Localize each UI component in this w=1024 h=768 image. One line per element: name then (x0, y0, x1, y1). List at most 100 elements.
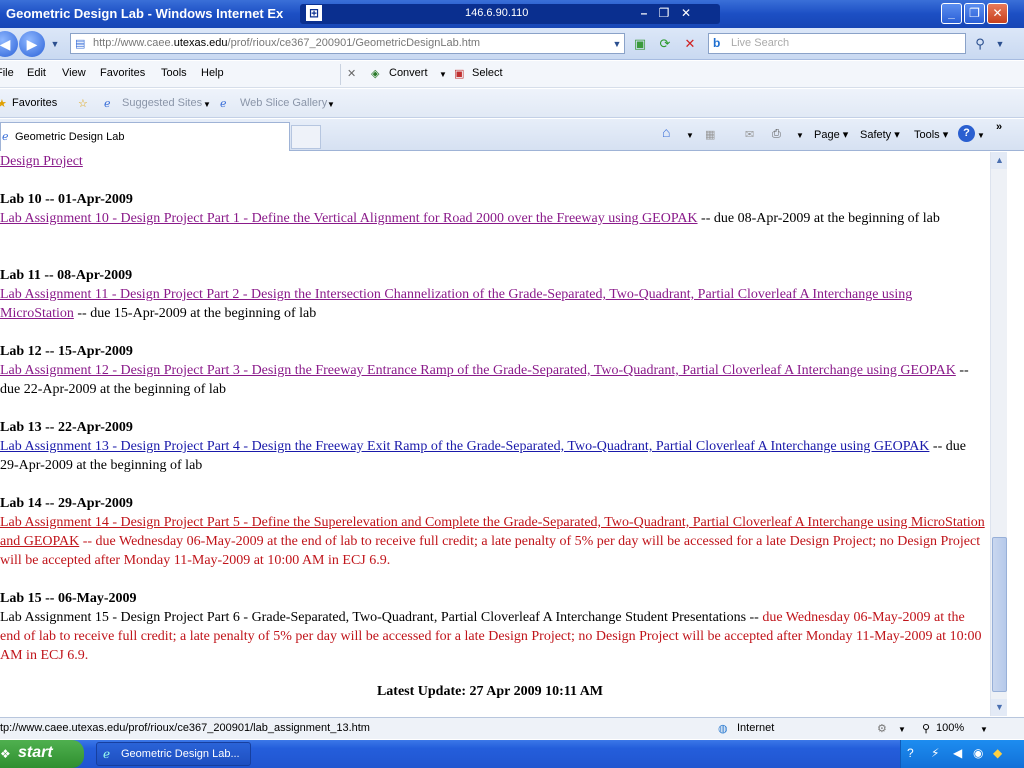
suggested-dropdown-icon[interactable]: ▼ (203, 100, 211, 109)
webslice-gallery-button[interactable]: Web Slice Gallery (240, 97, 327, 109)
window-title: Geometric Design Lab - Windows Internet … (6, 6, 284, 21)
pin-icon[interactable]: ⊞ (306, 5, 322, 21)
home-icon[interactable]: ⌂ (662, 124, 670, 140)
home-dropdown-icon[interactable]: ▼ (686, 131, 694, 140)
print-icon[interactable]: ⎙ (772, 128, 781, 141)
menu-file[interactable]: File (0, 67, 14, 79)
url-input[interactable]: ▤ http://www.caee.utexas.edu/prof/rioux/c… (70, 33, 625, 54)
system-tray: ? ⚡ ◀ ◉ ◆ (900, 740, 1024, 768)
maximize-button[interactable]: ❐ (964, 3, 985, 24)
security-zone: Internet (737, 722, 775, 734)
latest-update: Latest Update: 27 Apr 2009 10:11 AM (376, 684, 604, 699)
lab-heading: Lab 10 -- 01-Apr-2009 (0, 192, 133, 207)
globe-icon: ◍ (718, 723, 728, 735)
history-dropdown-icon[interactable]: ▼ (45, 34, 65, 54)
menu-edit[interactable]: Edit (27, 67, 46, 79)
back-button[interactable]: ◀ (0, 31, 18, 57)
protected-dropdown-icon[interactable]: ▼ (898, 725, 906, 734)
lab-due: -- due 08-Apr-2009 at the beginning of l… (697, 211, 940, 226)
zoom-dropdown-icon[interactable]: ▼ (980, 725, 988, 734)
menu-help[interactable]: Help (201, 67, 224, 79)
tools-label: Tools (914, 129, 940, 141)
lab-heading: Lab 13 -- 22-Apr-2009 (0, 420, 133, 435)
page-content: Design Project Lab 10 -- 01-Apr-2009 Lab… (0, 152, 990, 716)
page-menu[interactable]: Page ▾ (814, 128, 848, 141)
close-toolbar-icon[interactable]: ✕ (347, 67, 356, 80)
remote-close-icon[interactable]: ✕ (678, 5, 694, 21)
convert-dropdown-icon[interactable]: ▼ (439, 70, 447, 79)
search-input[interactable]: b Live Search (708, 33, 966, 54)
help-icon[interactable]: ? (958, 125, 975, 142)
lab-15: Lab 15 -- 06-May-2009 Lab Assignment 15 … (0, 589, 985, 665)
menu-favorites[interactable]: Favorites (100, 67, 145, 79)
safety-menu[interactable]: Safety ▾ (860, 128, 900, 141)
address-bar: ◀ ▶ ▼ ▤ http://www.caee.utexas.edu/prof/r… (0, 28, 1024, 60)
scroll-up-icon[interactable]: ▲ (991, 152, 1008, 169)
webslice-icon: ℯ (220, 98, 227, 110)
menu-tools[interactable]: Tools (161, 67, 187, 79)
favorites-button[interactable]: Favorites (12, 97, 57, 109)
compatibility-icon[interactable]: ▣ (630, 34, 650, 54)
select-icon: ▣ (454, 68, 465, 80)
zoom-level[interactable]: 100% (936, 722, 964, 734)
close-button[interactable]: ✕ (987, 3, 1008, 24)
design-project-link[interactable]: Design Project (0, 154, 83, 169)
webslice-dropdown-icon[interactable]: ▼ (327, 100, 335, 109)
tools-menu[interactable]: Tools ▾ (914, 128, 948, 141)
tray-arrow-icon[interactable]: ◀ (953, 746, 962, 760)
url-domain: utexas.edu (173, 37, 228, 49)
lab-11: Lab 11 -- 08-Apr-2009 Lab Assignment 11 … (0, 266, 985, 323)
refresh-icon[interactable]: ⟳ (655, 34, 675, 54)
tray-app-icon[interactable]: ◆ (993, 746, 1002, 760)
mail-icon[interactable]: ✉ (745, 128, 754, 141)
taskbar-item-ie[interactable]: ℯ Geometric Design Lab... (96, 742, 251, 766)
add-favorite-icon[interactable]: ☆ (78, 97, 88, 110)
vertical-scrollbar[interactable]: ▲ ▼ (990, 152, 1008, 716)
start-button[interactable]: ❖ start (0, 740, 84, 768)
taskbar-item-label: Geometric Design Lab... (121, 748, 240, 760)
search-options-icon[interactable]: ▼ (990, 34, 1010, 54)
print-dropdown-icon[interactable]: ▼ (796, 131, 804, 140)
status-url: tp://www.caee.utexas.edu/prof/rioux/ce36… (0, 722, 370, 734)
lab-12: Lab 12 -- 15-Apr-2009 Lab Assignment 12 … (0, 342, 985, 399)
suggested-sites-button[interactable]: Suggested Sites (122, 97, 202, 109)
help-tray-icon[interactable]: ? (907, 746, 914, 760)
network-tray-icon[interactable]: ⚡ (931, 746, 939, 760)
select-button[interactable]: Select (472, 67, 503, 79)
new-tab-button[interactable] (291, 125, 321, 149)
bing-icon: b (713, 36, 721, 50)
lab-assignment-12-link[interactable]: Lab Assignment 12 - Design Project Part … (0, 363, 956, 378)
windows-flag-icon: ❖ (0, 747, 11, 761)
lab-14: Lab 14 -- 29-Apr-2009 Lab Assignment 14 … (0, 494, 985, 570)
scroll-down-icon[interactable]: ▼ (991, 699, 1008, 716)
stop-icon[interactable]: ✕ (680, 34, 700, 54)
remote-minimize-icon[interactable]: – (636, 5, 652, 21)
scroll-thumb[interactable] (992, 537, 1007, 692)
lab-due: -- due Wednesday 06-May-2009 at the end … (0, 534, 981, 568)
search-icon[interactable]: ⚲ (970, 34, 990, 54)
help-dropdown-icon[interactable]: ▼ (977, 131, 985, 140)
lab-heading: Lab 11 -- 08-Apr-2009 (0, 268, 133, 283)
convert-button[interactable]: Convert (389, 67, 428, 79)
url-prefix: http://www.caee. (93, 37, 174, 49)
forward-button[interactable]: ▶ (19, 31, 45, 57)
tab-geometric-design-lab[interactable]: ℯ Geometric Design Lab (0, 122, 290, 151)
protected-mode-icon[interactable]: ⚙ (877, 722, 887, 735)
remote-session-bar: ⊞ 146.6.90.110 – ❐ ✕ (300, 4, 720, 24)
lab-assignment-13-link[interactable]: Lab Assignment 13 - Design Project Part … (0, 439, 929, 454)
menu-view[interactable]: View (62, 67, 86, 79)
remote-host: 146.6.90.110 (465, 7, 529, 19)
safety-label: Safety (860, 129, 892, 141)
url-path: /prof/rioux/ce367_200901/GeometricDesign… (227, 37, 481, 49)
ie-icon: ℯ (103, 747, 111, 761)
more-commands-icon[interactable]: » (996, 121, 1002, 133)
menu-separator (340, 64, 341, 85)
vnc-tray-icon[interactable]: ◉ (973, 746, 983, 760)
remote-restore-icon[interactable]: ❐ (656, 5, 672, 21)
ie-tab-icon: ℯ (2, 131, 9, 143)
lab-assignment-10-link[interactable]: Lab Assignment 10 - Design Project Part … (0, 211, 698, 226)
feeds-icon[interactable]: ▦ (705, 128, 715, 141)
minimize-button[interactable]: _ (941, 3, 962, 24)
window-edge (1007, 152, 1024, 716)
url-dropdown-icon[interactable]: ▼ (607, 34, 627, 54)
